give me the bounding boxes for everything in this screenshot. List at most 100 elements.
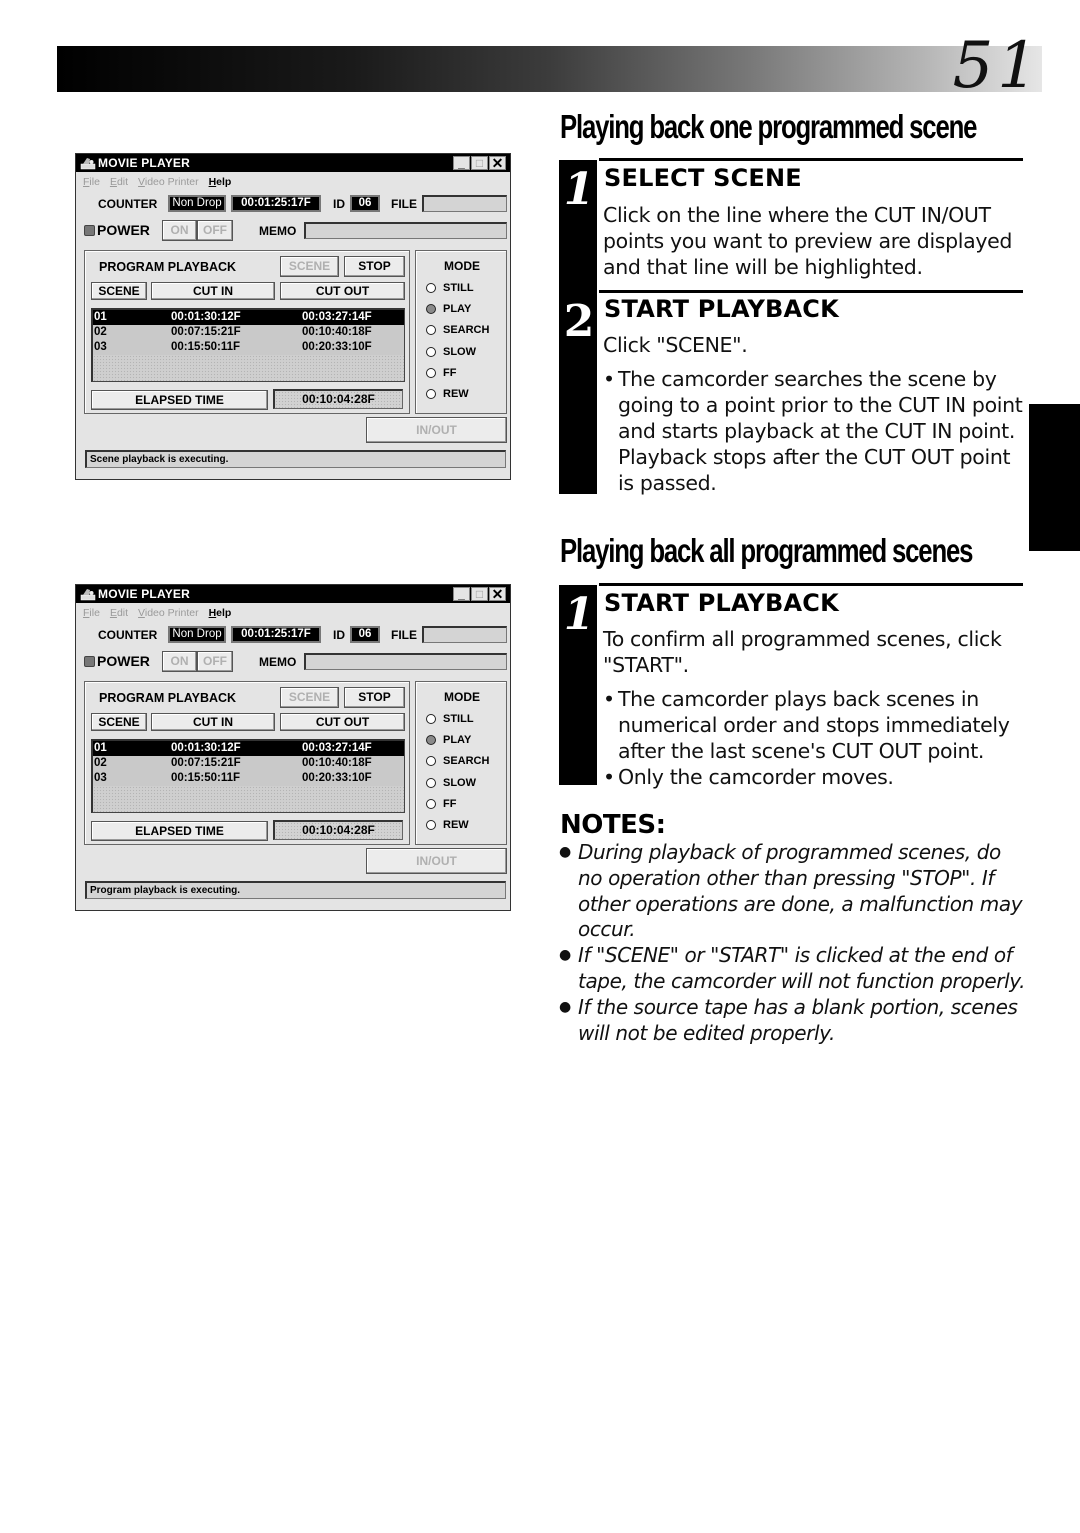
minimize-button[interactable]: _ [453,587,470,601]
id-value-display: 06 [350,195,380,212]
power-label: POWER [97,653,150,669]
scene-row[interactable]: 03 00:15:50:11F 00:20:33:10F [93,771,404,786]
scene-row[interactable]: 03 00:15:50:11F 00:20:33:10F [93,340,404,355]
scene-row[interactable]: 02 00:07:15:21F 00:10:40:18F [93,325,404,340]
elapsed-time-button[interactable]: ELAPSED TIME [91,821,268,841]
power-on-button[interactable]: ON [162,651,197,672]
menu-edit[interactable]: Edit [110,607,128,619]
title-bar[interactable]: MOVIE PLAYER _ □ ✕ [76,585,510,603]
stop-button[interactable]: STOP [344,687,405,708]
scene-row[interactable]: 01 00:01:30:12F 00:03:27:14F [93,741,404,756]
column-header-scene[interactable]: SCENE [91,713,147,731]
menu-label-rest: ideo Printer [144,176,199,188]
power-off-button[interactable]: OFF [197,220,233,241]
scene-list[interactable]: 01 00:01:30:12F 00:03:27:14F 02 00:07:15:21F… [91,739,405,813]
mode-radio-label: FF [443,797,457,810]
mode-radio-label: FF [443,366,457,379]
menu-file[interactable]: File [83,607,100,619]
memo-label: MEMO [259,655,297,669]
cut-in-time: 00:07:15:21F [171,326,241,338]
maximize-button[interactable]: □ [471,587,488,601]
menu-video-printer[interactable]: Video Printer [138,607,199,619]
radio-circle-icon [426,304,436,315]
radio-circle-icon [426,367,436,378]
step-title-select-scene: SELECT SCENE [604,164,802,192]
step-divider [599,290,1023,293]
cut-out-time: 00:20:33:10F [302,341,372,353]
step-body: To confirm all programmed scenes, click … [603,627,1002,677]
power-off-button[interactable]: OFF [197,651,233,672]
window-title: MOVIE PLAYER [98,587,190,601]
file-field[interactable] [422,626,507,643]
memo-field[interactable] [304,653,507,670]
scene-number: 03 [94,341,107,353]
program-playback-group: PROGRAM PLAYBACK SCENE STOP SCENE CUT IN… [84,250,410,414]
notes-list: During playback of programmed scenes, do… [559,840,1029,1046]
file-field[interactable] [422,195,507,212]
counter-mode-display[interactable]: Non Drop [168,195,226,212]
memo-field[interactable] [304,222,507,239]
cut-out-time: 00:20:33:10F [302,772,372,784]
column-header-cut-in[interactable]: CUT IN [151,713,275,731]
close-button[interactable]: ✕ [489,156,506,170]
menu-help[interactable]: Help [209,607,232,619]
title-bar[interactable]: MOVIE PLAYER _ □ ✕ [76,154,510,172]
cut-in-time: 00:15:50:11F [171,772,241,784]
column-header-scene[interactable]: SCENE [91,282,147,300]
menu-file[interactable]: File [83,176,100,188]
power-indicator [84,656,95,667]
scene-number: 01 [94,742,107,754]
scene-button[interactable]: SCENE [280,256,339,277]
menu-edit[interactable]: Edit [110,176,128,188]
column-header-cut-out[interactable]: CUT OUT [280,282,405,300]
elapsed-time-value: 00:10:04:28F [273,820,403,840]
column-header-cut-out[interactable]: CUT OUT [280,713,405,731]
radio-circle-icon [426,283,436,293]
mode-radio-label: SLOW [443,345,476,358]
stop-button[interactable]: STOP [344,256,405,277]
scene-row[interactable]: 01 00:01:30:12F 00:03:27:14F [93,310,404,325]
menu-bar: File Edit Video Printer Help [83,176,241,188]
maximize-button[interactable]: □ [471,156,488,170]
program-playback-label: PROGRAM PLAYBACK [99,691,237,705]
cut-in-time: 00:07:15:21F [171,757,241,769]
scene-list[interactable]: 01 00:01:30:12F 00:03:27:14F 02 00:07:15:21F… [91,308,405,382]
cut-in-time: 00:15:50:11F [171,341,241,353]
in-out-button[interactable]: IN/OUT [366,848,507,874]
step-title-start-playback: START PLAYBACK [604,295,839,323]
column-header-cut-in[interactable]: CUT IN [151,282,275,300]
menu-help[interactable]: Help [209,176,232,188]
minimize-button[interactable]: _ [453,156,470,170]
mode-radio-label: PLAY [443,734,472,747]
radio-circle-icon [426,777,436,788]
mode-radio-label: SLOW [443,776,476,789]
radio-circle-icon [426,756,436,767]
mode-label: MODE [444,259,480,273]
mode-radio-label: REW [443,819,469,831]
menu-label-rest: elp [216,607,232,619]
section-heading-one-scene: Playing back one programmed scene [560,108,977,145]
page-number: 51 [952,29,1042,103]
mode-group: MODE STILL PLAY SEARCH SLOW FF REW [415,681,507,845]
movie-player-window-program: MOVIE PLAYER _ □ ✕ File Edit Video Printer… [75,584,511,911]
elapsed-time-button[interactable]: ELAPSED TIME [91,390,268,410]
in-out-button[interactable]: IN/OUT [366,417,507,443]
menu-label-rest: ile [89,607,100,619]
close-button[interactable]: ✕ [489,587,506,601]
menu-video-printer[interactable]: Video Printer [138,176,199,188]
power-on-button[interactable]: ON [162,220,197,241]
counter-mode-display[interactable]: Non Drop [168,626,226,643]
counter-value-display: 00:01:25:17F [231,626,321,643]
note-item: During playback of programmed scenes, do… [559,840,1029,943]
program-playback-group: PROGRAM PLAYBACK SCENE STOP SCENE CUT IN… [84,681,410,845]
power-indicator [84,225,95,236]
menu-mnemonic: E [109,607,117,619]
step-number: 1 [563,589,595,640]
movie-player-app-icon [80,158,96,170]
scene-button[interactable]: SCENE [280,687,339,708]
counter-label: COUNTER [98,197,158,211]
mode-radio-label: SEARCH [443,755,490,768]
scene-row[interactable]: 02 00:07:15:21F 00:10:40:18F [93,756,404,771]
scene-number: 02 [94,757,107,769]
mode-radio-label: REW [443,388,469,400]
